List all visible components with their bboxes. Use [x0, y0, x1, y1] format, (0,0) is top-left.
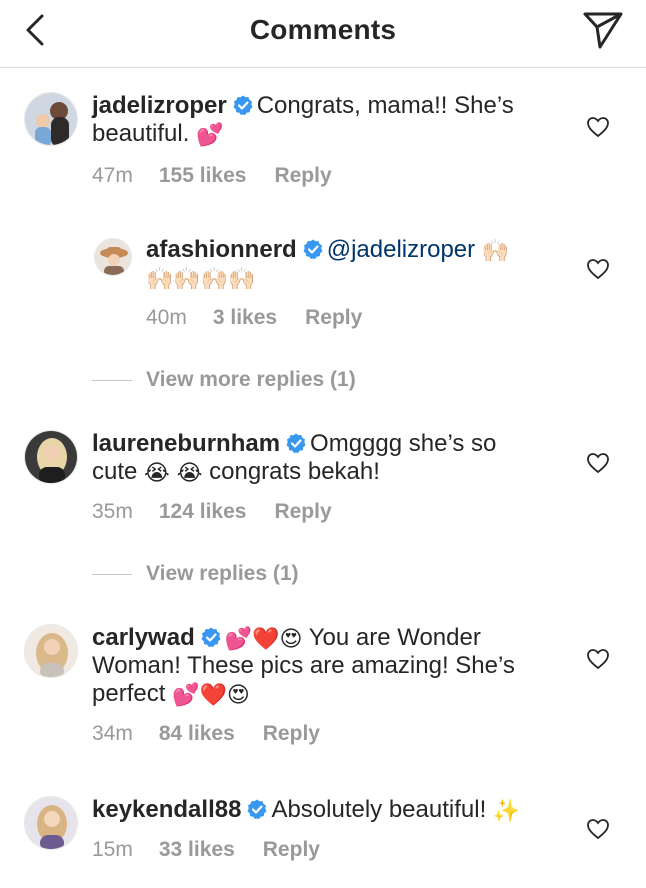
comment-text: Absolutely beautiful! — [271, 796, 487, 823]
comment-text: perfect — [92, 680, 166, 707]
two-hearts-emoji: 💕 — [196, 123, 224, 148]
view-more-replies-button[interactable]: View more replies (1) — [92, 368, 356, 392]
comment-meta: 47m 155 likes Reply — [92, 164, 332, 188]
comment-body: afashionnerd @jadelizroper 🙌🏻 🙌🏻🙌🏻🙌🏻🙌🏻 — [146, 236, 566, 292]
reply-button[interactable]: Reply — [274, 164, 331, 188]
likes-count[interactable]: 155 likes — [159, 164, 247, 188]
view-replies-button[interactable]: View replies (1) — [92, 562, 299, 586]
paper-plane-icon[interactable] — [582, 10, 624, 50]
comment-time: 40m — [146, 306, 187, 329]
divider-line — [92, 573, 132, 575]
comment-item: jadelizroper Congrats, mama!! She’s beaut… — [0, 90, 646, 200]
verified-badge-icon — [247, 799, 267, 819]
verified-badge-icon — [233, 95, 253, 115]
heart-outline-icon[interactable] — [586, 818, 610, 840]
page-title: Comments — [249, 14, 397, 45]
heart-outline-icon[interactable] — [586, 452, 610, 474]
heart-outline-icon[interactable] — [586, 116, 610, 138]
comment-text: congrats bekah! — [209, 458, 380, 485]
sparkles-emoji: ✨ — [492, 799, 521, 824]
header-bar: Comments — [0, 0, 646, 68]
heart-outline-icon[interactable] — [586, 648, 610, 670]
heart-outline-icon[interactable] — [586, 258, 610, 280]
comment-item: carlywad 💕❤️😍 You are Wonder Woman! These… — [0, 622, 646, 762]
reply-button[interactable]: Reply — [263, 838, 320, 862]
raised-hands-emoji-row: 🙌🏻🙌🏻🙌🏻🙌🏻 — [146, 267, 256, 292]
comment-meta: 34m 84 likes Reply — [92, 722, 320, 746]
comment-time: 35m — [92, 500, 133, 523]
comment-body: keykendall88 Absolutely beautiful! ✨ — [92, 796, 562, 824]
divider-line — [92, 379, 132, 381]
comment-body: jadelizroper Congrats, mama!! She’s beaut… — [92, 92, 562, 148]
likes-count[interactable]: 84 likes — [159, 722, 235, 746]
crying-face-emoji: 😭 😭 — [144, 461, 203, 486]
avatar[interactable] — [24, 796, 78, 850]
verified-badge-icon — [286, 433, 306, 453]
comment-meta: 15m 33 likes Reply — [92, 838, 320, 862]
comment-meta: 40m 3 likes Reply — [146, 306, 362, 330]
comment-item: keykendall88 Absolutely beautiful! ✨ 15m 3… — [0, 794, 646, 884]
reply-item: afashionnerd @jadelizroper 🙌🏻 🙌🏻🙌🏻🙌🏻🙌🏻 40… — [0, 234, 646, 344]
view-replies-label: View replies (1) — [146, 562, 299, 585]
comment-time: 47m — [92, 164, 133, 187]
mention-link[interactable]: @jadelizroper — [327, 236, 475, 263]
avatar[interactable] — [24, 92, 78, 146]
reply-button[interactable]: Reply — [263, 722, 320, 746]
comment-item: laureneburnham Omgggg she’s so cute 😭 😭 c… — [0, 428, 646, 538]
reply-button[interactable]: Reply — [274, 500, 331, 524]
comment-username[interactable]: jadelizroper — [92, 92, 227, 119]
raised-hands-emoji: 🙌🏻 — [481, 239, 510, 264]
avatar[interactable] — [94, 238, 132, 276]
avatar[interactable] — [24, 430, 78, 484]
verified-badge-icon — [303, 239, 323, 259]
comment-text: You are Wonder — [308, 624, 481, 651]
comment-text: Omgggg she’s so — [310, 430, 497, 457]
comment-text: Woman! These pics are amazing! She’s — [92, 652, 515, 679]
likes-count[interactable]: 3 likes — [213, 306, 277, 330]
comment-time: 34m — [92, 722, 133, 745]
comment-username[interactable]: keykendall88 — [92, 796, 241, 823]
hearts-emoji: 💕❤️😍 — [172, 683, 250, 708]
hearts-emoji: 💕❤️😍 — [224, 627, 303, 652]
comment-body: carlywad 💕❤️😍 You are Wonder Woman! These… — [92, 624, 562, 708]
comment-username[interactable]: laureneburnham — [92, 430, 280, 457]
comment-time: 15m — [92, 838, 133, 861]
comment-meta: 35m 124 likes Reply — [92, 500, 332, 524]
comment-username[interactable]: afashionnerd — [146, 236, 297, 263]
comment-username[interactable]: carlywad — [92, 624, 195, 651]
comment-body: laureneburnham Omgggg she’s so cute 😭 😭 c… — [92, 430, 562, 486]
likes-count[interactable]: 124 likes — [159, 500, 247, 524]
avatar[interactable] — [24, 624, 78, 678]
reply-button[interactable]: Reply — [305, 306, 362, 330]
comment-text: cute — [92, 458, 138, 485]
likes-count[interactable]: 33 likes — [159, 838, 235, 862]
verified-badge-icon — [201, 627, 221, 647]
view-more-replies-label: View more replies (1) — [146, 368, 356, 391]
